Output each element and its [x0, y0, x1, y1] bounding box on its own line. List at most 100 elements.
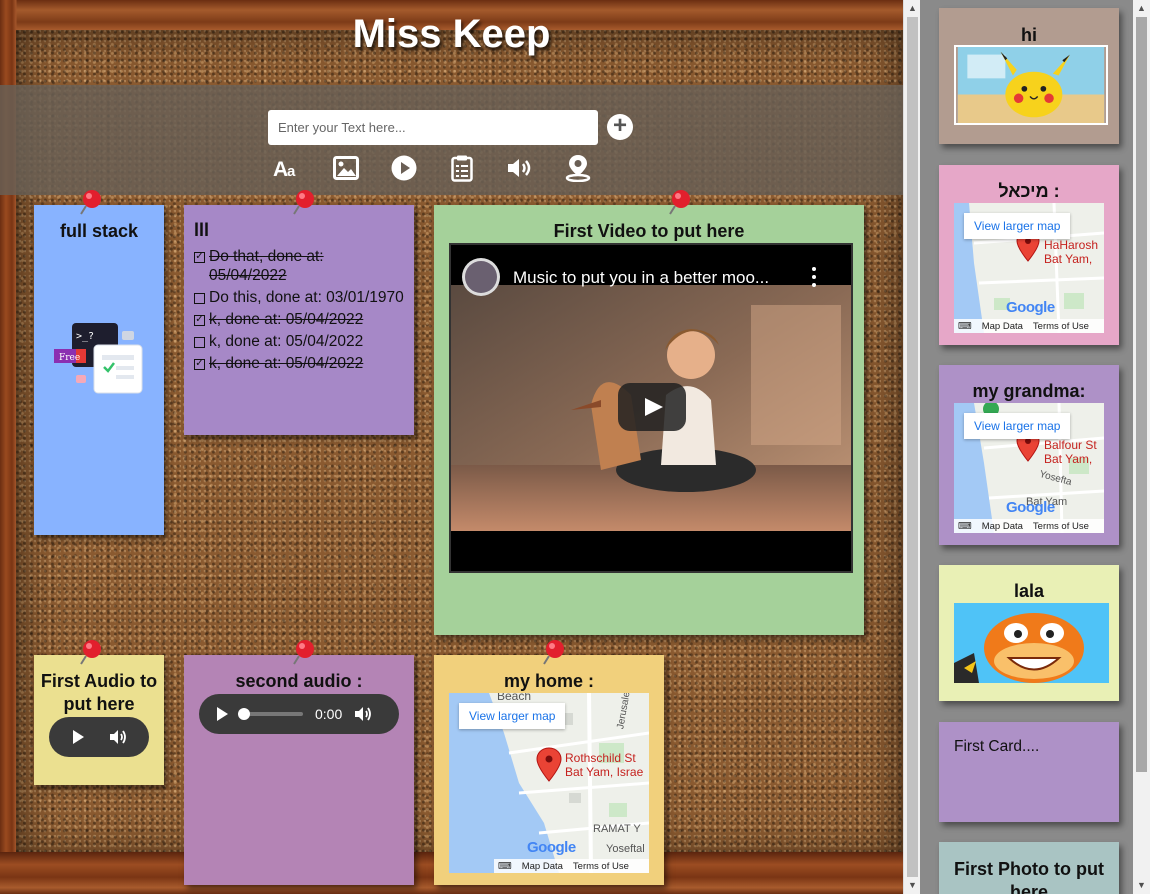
svg-text:A: A [273, 158, 288, 179]
google-logo: Google [1006, 499, 1055, 516]
scroll-down-arrow-icon[interactable]: ▼ [904, 877, 921, 894]
play-icon[interactable] [215, 706, 229, 722]
free-badge: Free [59, 353, 80, 363]
map-address: Rothschild St Bat Yam, Israe [565, 751, 643, 779]
map-address-line: Bat Yam, [1044, 452, 1093, 466]
map-data-link[interactable]: Map Data [522, 861, 563, 872]
note-text: First Card.... [954, 738, 1040, 755]
note-video[interactable]: First Video to put here Music to put you… [434, 205, 864, 635]
pikachu-image [954, 45, 1108, 125]
keyboard-icon[interactable]: ⌨ [958, 321, 972, 332]
seek-slider[interactable] [238, 708, 303, 720]
sidebar-scrollbar[interactable]: ▲ ▼ [1133, 0, 1150, 894]
pushpin-icon [669, 190, 690, 215]
todo-item-text: Do that, done at: 05/04/2022 [209, 248, 324, 284]
pushpin-icon [80, 190, 101, 215]
map-data-link[interactable]: Map Data [982, 521, 1023, 532]
sidebar-note-first-card[interactable]: First Card.... [939, 722, 1119, 822]
scrollbar-thumb[interactable] [907, 17, 918, 877]
todo-item[interactable]: Do this, done at: 03/01/1970 [194, 288, 404, 307]
checked-checkbox[interactable]: ✓ [194, 315, 205, 326]
note-title: my grandma: [972, 381, 1086, 401]
note-title: hi [1021, 25, 1037, 45]
sidebar-note-hi[interactable]: hi [939, 8, 1119, 144]
note-audio-1[interactable]: First Audio to put here [34, 655, 164, 785]
map-footer: ⌨ Map Data Terms of Use [954, 319, 1104, 333]
google-map-embed[interactable]: Beach Jerusale View larger map Rothschil… [449, 693, 649, 873]
todo-item[interactable]: ✓ k, done at: 05/04/2022 [194, 310, 404, 329]
coding-illustration-image: >_? Free [54, 323, 143, 394]
scroll-up-arrow-icon[interactable]: ▲ [904, 0, 921, 17]
todo-item[interactable]: ✓ Do that, done at: 05/04/2022 [194, 247, 404, 285]
note-title: מיכאל : [998, 181, 1060, 201]
audio-player[interactable] [49, 717, 149, 757]
text-icon[interactable]: Aa [272, 153, 302, 183]
volume-icon[interactable] [109, 729, 127, 745]
clipboard-list-icon[interactable] [447, 153, 477, 183]
unchecked-checkbox[interactable] [194, 337, 205, 348]
volume-icon[interactable] [505, 153, 535, 183]
map-footer: ⌨ Map Data Terms of Use [954, 519, 1104, 533]
google-map-embed[interactable]: View larger map HaHarosh Bat Yam, Google… [954, 203, 1104, 333]
note-full-stack[interactable]: full stack >_? Free [34, 205, 164, 535]
plus-circle-icon[interactable]: + [607, 114, 633, 140]
view-larger-map-link[interactable]: View larger map [964, 413, 1071, 439]
board-scrollbar[interactable]: ▲ ▼ [903, 0, 920, 894]
sidebar-note-lala[interactable]: lala [939, 565, 1119, 701]
terms-link[interactable]: Terms of Use [1033, 521, 1089, 532]
map-data-link[interactable]: Map Data [982, 321, 1023, 332]
terms-link[interactable]: Terms of Use [573, 861, 629, 872]
video-title: Music to put you in a better moo... [513, 268, 770, 287]
view-larger-map-link[interactable]: View larger map [459, 703, 566, 729]
todo-item[interactable]: ✓ k, done at: 05/04/2022 [194, 354, 404, 373]
play-icon[interactable] [618, 383, 686, 431]
keyboard-icon[interactable]: ⌨ [498, 861, 512, 872]
image-icon[interactable] [331, 153, 361, 183]
scroll-up-arrow-icon[interactable]: ▲ [1133, 0, 1150, 17]
checked-checkbox[interactable]: ✓ [194, 359, 205, 370]
keyboard-icon[interactable]: ⌨ [958, 521, 972, 532]
note-text-input[interactable] [268, 110, 598, 145]
map-footer: ⌨ Map Data Terms of Use [494, 859, 649, 873]
pushpin-icon [293, 640, 314, 665]
audio-player[interactable]: 0:00 [199, 694, 399, 734]
terms-link[interactable]: Terms of Use [1033, 321, 1089, 332]
map-label: RAMAT Y [593, 823, 641, 835]
sidebar-note-first-photo[interactable]: First Photo to put here [939, 842, 1119, 894]
map-address-line: HaHarosh [1044, 238, 1099, 252]
volume-icon[interactable] [354, 706, 372, 722]
scroll-down-arrow-icon[interactable]: ▼ [1133, 877, 1150, 894]
map-address-line: Rothschild St [565, 751, 636, 765]
map-address: HaHarosh Bat Yam, [1044, 238, 1098, 266]
map-address-line: Bat Yam, [1044, 252, 1093, 266]
sidebar-note-michal[interactable]: מיכאל : View larger map HaHarosh Bat Yam… [939, 165, 1119, 345]
map-pin-icon[interactable] [563, 153, 593, 183]
play-icon[interactable] [71, 729, 85, 745]
pushpin-icon [543, 640, 564, 665]
map-address-line: Bat Yam, Israe [565, 765, 644, 779]
timon-image [954, 603, 1109, 683]
checked-checkbox[interactable]: ✓ [194, 252, 205, 263]
todo-item-text: k, done at: 05/04/2022 [209, 311, 364, 328]
play-icon[interactable] [389, 153, 419, 183]
map-label: Yoseftal [606, 843, 645, 855]
map-address: Balfour St Bat Yam, [1044, 438, 1097, 466]
pushpin-icon [80, 640, 101, 665]
view-larger-map-link[interactable]: View larger map [964, 213, 1071, 239]
pushpin-icon [293, 190, 314, 215]
todo-item-text: k, done at: 05/04/2022 [209, 333, 364, 350]
todo-item[interactable]: k, done at: 05/04/2022 [194, 332, 404, 351]
unchecked-checkbox[interactable] [194, 293, 205, 304]
audio-time: 0:00 [315, 706, 343, 722]
google-logo: Google [1006, 299, 1055, 316]
seek-thumb[interactable] [238, 708, 250, 720]
google-map-embed[interactable]: View larger map Balfour St Bat Yam, Yose… [954, 403, 1104, 533]
note-todo-list[interactable]: lll ✓ Do that, done at: 05/04/2022 Do this… [184, 205, 414, 435]
note-map-home[interactable]: my home : Beach Jerusale View larger map… [434, 655, 664, 885]
scrollbar-thumb[interactable] [1136, 17, 1147, 772]
youtube-video-embed[interactable]: Music to put you in a better moo... [449, 243, 853, 573]
google-logo: Google [527, 839, 576, 856]
note-title: lala [1013, 581, 1045, 601]
note-audio-2[interactable]: second audio : 0:00 [184, 655, 414, 885]
sidebar-note-grandma[interactable]: my grandma: View larger map Balfour St B… [939, 365, 1119, 545]
